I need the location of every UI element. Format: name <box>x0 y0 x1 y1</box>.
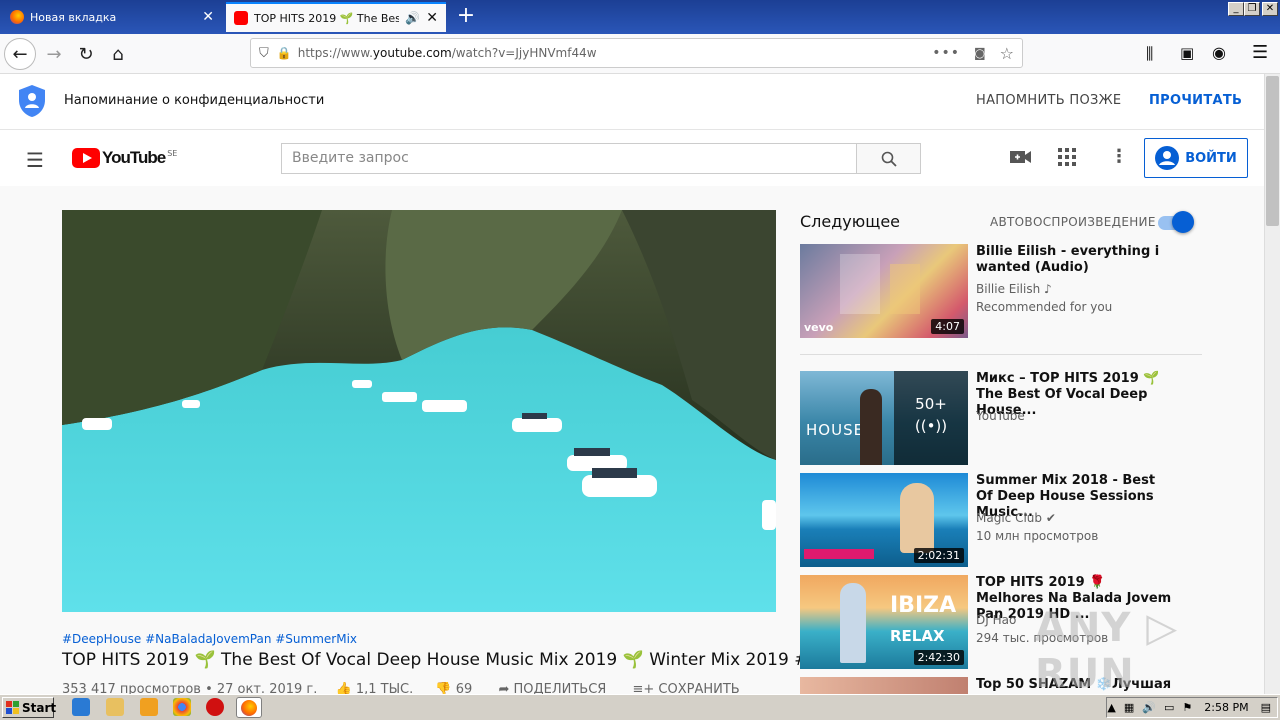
close-icon[interactable]: ✕ <box>426 11 438 25</box>
video-thumbnail[interactable]: vevo 4:07 <box>800 244 968 338</box>
notifications-icon[interactable]: ▤ <box>1261 701 1271 714</box>
monitor-icon[interactable]: ▭ <box>1164 701 1174 714</box>
apps-grid-icon[interactable] <box>1058 148 1076 166</box>
signin-button[interactable]: ВОЙТИ <box>1144 138 1248 178</box>
tab-new[interactable]: Новая вкладка ✕ <box>2 2 222 32</box>
chrome-icon[interactable] <box>173 698 191 716</box>
close-window-button[interactable]: ✕ <box>1262 2 1278 16</box>
video-thumbnail[interactable] <box>800 677 968 694</box>
taskbar <box>0 694 1280 720</box>
firefox-taskbar-button[interactable] <box>236 697 262 718</box>
forward-button[interactable]: → <box>38 38 70 70</box>
mix-radio-icon: ((•)) <box>914 417 948 435</box>
channel-name[interactable]: Magic Club ✔ <box>976 511 1056 525</box>
system-tray: ▲ ▦ 🔊 ▭ ⚑ 2:58 PM ▤ <box>1106 697 1278 718</box>
create-video-icon[interactable] <box>1010 149 1032 165</box>
view-count: 353 417 просмотров • 27 окт. 2019 г. <box>62 682 318 694</box>
channel-name[interactable]: Billie Eilish ♪ <box>976 282 1052 296</box>
video-duration: 2:42:30 <box>913 650 964 665</box>
video-meta: 10 млн просмотров <box>976 529 1099 543</box>
youtube-favicon-icon <box>234 11 248 25</box>
tab-label: TOP HITS 2019 🌱 The Best Of <box>254 11 399 25</box>
media-player-icon[interactable] <box>140 698 158 716</box>
new-tab-button[interactable]: + <box>454 4 478 28</box>
divider <box>800 354 1202 355</box>
folder-icon[interactable] <box>106 698 124 716</box>
channel-name[interactable]: DJ Hao <box>976 613 1016 627</box>
home-icon[interactable]: ⌂ <box>102 38 134 70</box>
video-frame <box>62 210 776 612</box>
up-next-heading: Следующее <box>800 212 900 231</box>
share-button[interactable]: ➦ ПОДЕЛИТЬСЯ <box>498 682 606 694</box>
search-button[interactable] <box>856 143 921 174</box>
channel-name[interactable]: YouTube <box>976 409 1025 423</box>
video-hashtags[interactable]: #DeepHouse #NaBaladaJovemPan #SummerMix <box>62 632 357 646</box>
thumbnail-overlay-text: HOUSE <box>806 421 865 439</box>
video-thumbnail[interactable]: IBIZA RELAX 2:42:30 <box>800 575 968 669</box>
firefox-icon <box>10 10 24 24</box>
clock: 2:58 PM <box>1204 701 1249 714</box>
video-duration: 4:07 <box>931 319 964 334</box>
playlist-count: 50+ <box>915 395 947 413</box>
like-button[interactable]: 👍 1,1 ТЫС. <box>336 682 414 694</box>
restore-button[interactable]: ❐ <box>1244 2 1260 16</box>
autoplay-toggle-knob <box>1172 211 1194 233</box>
privacy-text: Напоминание о конфиденциальности <box>64 93 325 108</box>
read-button[interactable]: ПРОЧИТАТЬ <box>1149 93 1242 108</box>
hamburger-menu-icon[interactable]: ☰ <box>26 148 44 172</box>
close-icon[interactable]: ✕ <box>202 10 214 24</box>
minimize-button[interactable]: _ <box>1228 2 1244 16</box>
volume-icon[interactable]: 🔊 <box>1142 701 1156 714</box>
sidebar-icon[interactable]: ▣ <box>1180 44 1194 62</box>
url-bar[interactable]: ⛉ 🔒 https://www.youtube.com/watch?v=JjyH… <box>250 38 1023 68</box>
more-actions-icon[interactable]: ••• <box>932 45 960 61</box>
back-button[interactable]: ← <box>4 38 36 70</box>
reload-button[interactable]: ↻ <box>70 38 102 70</box>
video-meta: Recommended for you <box>976 300 1113 314</box>
shield-icon: ⛉ <box>259 45 269 61</box>
menu-icon[interactable]: ☰ <box>1252 42 1268 63</box>
account-icon[interactable]: ◉ <box>1212 43 1226 62</box>
thumbnail-overlay-text: RELAX <box>890 627 945 645</box>
flag-icon[interactable]: ⚑ <box>1182 701 1192 714</box>
vevo-badge: vevo <box>804 321 834 334</box>
privacy-shield-icon <box>19 85 45 117</box>
remind-later-button[interactable]: НАПОМНИТЬ ПОЗЖЕ <box>976 93 1121 108</box>
library-icon[interactable]: ⫼ <box>1146 44 1153 64</box>
video-meta-row: 353 417 просмотров • 27 окт. 2019 г. 👍 1… <box>62 682 782 694</box>
lock-icon: 🔒 <box>276 46 292 60</box>
search-input[interactable]: Введите запрос <box>281 143 857 174</box>
video-thumbnail[interactable]: 2:02:31 <box>800 473 968 567</box>
windows-logo-icon <box>6 701 19 714</box>
start-button[interactable]: Start <box>2 697 56 718</box>
url-text: https://www.youtube.com/watch?v=JjyHNVmf… <box>297 46 597 60</box>
video-player[interactable] <box>62 210 776 612</box>
autoplay-label: АВТОВОСПРОИЗВЕДЕНИЕ <box>990 215 1156 229</box>
tray-arrow-icon[interactable]: ▲ <box>1107 701 1115 714</box>
settings-more-icon[interactable]: ⋮ <box>1110 146 1128 167</box>
tab-label: Новая вкладка <box>30 10 117 24</box>
bookmark-star-icon[interactable]: ☆ <box>1000 44 1014 63</box>
youtube-play-icon <box>72 148 100 168</box>
watermark: ANY ▷ RUN <box>1035 605 1179 697</box>
speaker-icon[interactable]: 🔊 <box>405 11 420 25</box>
thumbnail-overlay-text: IBIZA <box>890 593 957 618</box>
search-icon <box>881 151 897 167</box>
pocket-icon[interactable]: ◙ <box>974 46 986 60</box>
user-circle-icon <box>1155 146 1180 170</box>
video-title: TOP HITS 2019 🌱 The Best Of Vocal Deep H… <box>62 650 820 670</box>
video-duration: 2:02:31 <box>913 548 964 563</box>
tab-youtube[interactable]: TOP HITS 2019 🌱 The Best Of 🔊 ✕ <box>226 2 446 32</box>
ie-icon[interactable] <box>72 698 90 716</box>
mix-thumbnail[interactable]: HOUSE 50+ ((•)) <box>800 371 968 465</box>
scrollbar-thumb[interactable] <box>1266 76 1279 226</box>
vertical-scrollbar[interactable] <box>1264 74 1280 694</box>
save-button[interactable]: ≡+ СОХРАНИТЬ <box>632 682 739 694</box>
dislike-button[interactable]: 👎 69 <box>435 682 472 694</box>
opera-icon[interactable] <box>206 698 224 716</box>
youtube-logo[interactable]: YouTube SE <box>72 148 177 168</box>
recommended-title[interactable]: Billie Eilish - everything i wanted (Aud… <box>976 244 1176 276</box>
network-icon[interactable]: ▦ <box>1124 701 1134 714</box>
